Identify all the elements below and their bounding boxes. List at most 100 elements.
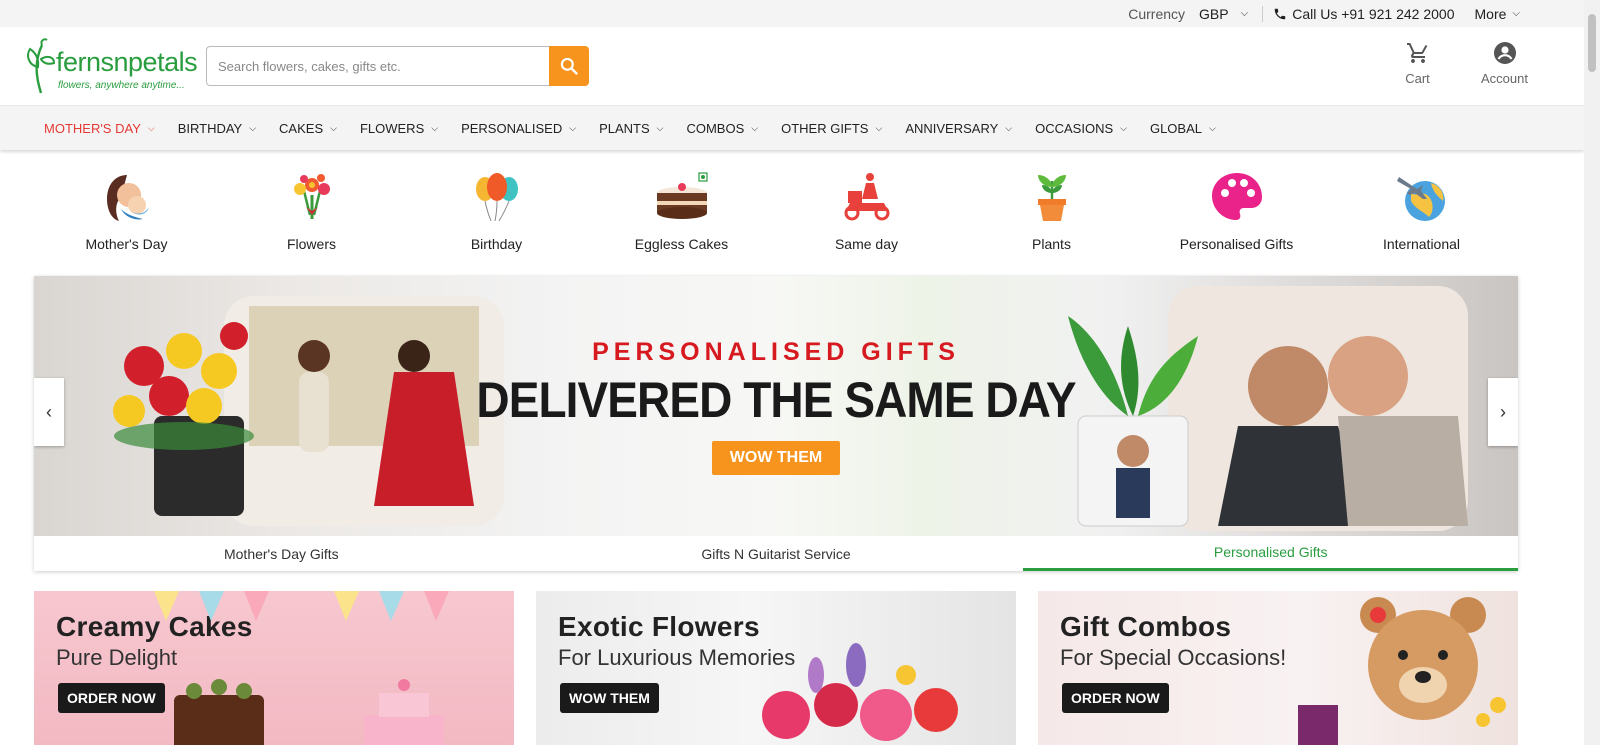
- category-label: Mother's Day: [85, 236, 168, 252]
- nav-item-label: GLOBAL: [1149, 120, 1202, 136]
- tile-order-button[interactable]: WOW THEM: [560, 683, 659, 713]
- search-input[interactable]: [206, 46, 549, 86]
- carousel-tab-mothers-day[interactable]: Mother's Day Gifts: [34, 536, 529, 571]
- nav-item-combos[interactable]: COMBOS ⌵: [686, 121, 758, 136]
- carousel-tabs: Mother's Day Gifts Gifts N Guitarist Ser…: [34, 536, 1519, 571]
- banner-subtitle: PERSONALISED GIFTS: [592, 338, 960, 366]
- chevron-down-icon: ⌵: [1512, 8, 1520, 19]
- balloons-icon: [468, 168, 526, 226]
- nav-item-flowers[interactable]: FLOWERS ⌵: [360, 121, 438, 136]
- nav-item-personalised[interactable]: PERSONALISED ⌵: [461, 121, 576, 136]
- currency-selector[interactable]: GBP ⌵: [1199, 6, 1248, 22]
- nav-item-label: CAKES: [279, 120, 324, 136]
- promo-tiles: Creamy Cakes Pure Delight ORDER NOW Exot…: [34, 591, 1518, 745]
- more-menu[interactable]: More ⌵: [1475, 6, 1521, 22]
- category-personalised-gifts[interactable]: Personalised Gifts: [1144, 168, 1329, 276]
- logo-mark-icon: [27, 38, 56, 94]
- category-international[interactable]: International: [1329, 168, 1514, 276]
- chevron-down-icon: ⌵: [147, 122, 155, 133]
- category-label: Same day: [834, 236, 899, 252]
- category-plants[interactable]: Plants: [959, 168, 1144, 276]
- site-header: fernsnpetals flowers, anywhere anytime..…: [0, 27, 1584, 106]
- phone-icon: [1274, 8, 1286, 19]
- promo-tile-flowers[interactable]: Exotic Flowers For Luxurious Memories WO…: [536, 591, 1016, 745]
- chevron-down-icon: ⌵: [330, 122, 337, 133]
- cart-icon: [1406, 43, 1427, 63]
- chevron-right-icon: ›: [1500, 401, 1506, 422]
- chevron-down-icon: ⌵: [751, 122, 759, 133]
- page: Currency GBP ⌵ Call Us +91 921 242 2000 …: [0, 0, 1584, 745]
- chevron-down-icon: ⌵: [875, 122, 883, 133]
- logo-tagline: flowers, anywhere anytime...: [58, 80, 185, 91]
- banner-copy: PERSONALISED GIFTS DELIVERED THE SAME DA…: [34, 338, 1518, 475]
- chevron-down-icon: ⌵: [249, 122, 257, 133]
- header-actions: Cart Account: [1394, 41, 1528, 86]
- account-button[interactable]: Account: [1481, 41, 1528, 86]
- page-scrollbar[interactable]: [1584, 0, 1600, 745]
- carousel-next-button[interactable]: ›: [1488, 378, 1518, 446]
- chevron-down-icon: ⌵: [656, 122, 664, 133]
- category-label: Eggless Cakes: [634, 236, 729, 252]
- carousel-prev-button[interactable]: ‹: [34, 378, 64, 446]
- category-same-day[interactable]: Same day: [774, 168, 959, 276]
- category-eggless-cakes[interactable]: Eggless Cakes: [589, 168, 774, 276]
- tile-order-button[interactable]: ORDER NOW: [58, 683, 165, 713]
- search-bar: [206, 46, 589, 86]
- nav-item-mothers-day[interactable]: MOTHER'S DAY ⌵: [44, 121, 155, 136]
- call-us-link[interactable]: Call Us +91 921 242 2000: [1273, 5, 1455, 22]
- category-mothers-day[interactable]: Mother's Day: [34, 168, 219, 276]
- nav-item-label: MOTHER'S DAY: [44, 120, 141, 136]
- banner-cta-button[interactable]: WOW THEM: [711, 441, 841, 475]
- carousel-tab-personalised[interactable]: Personalised Gifts: [1023, 536, 1519, 571]
- tile-order-button[interactable]: ORDER NOW: [1062, 683, 1169, 713]
- bunting-decoration: [154, 591, 449, 621]
- nav-item-label: OCCASIONS: [1035, 120, 1114, 136]
- nav-item-label: PLANTS: [599, 120, 650, 136]
- category-label: Personalised Gifts: [1179, 236, 1294, 252]
- chevron-down-icon: ⌵: [1120, 122, 1127, 133]
- carousel-tab-guitarist[interactable]: Gifts N Guitarist Service: [529, 536, 1024, 571]
- nav-item-label: COMBOS: [686, 120, 745, 136]
- mother-child-icon: [98, 168, 156, 226]
- scrollbar-thumb[interactable]: [1588, 14, 1596, 72]
- category-label: International: [1382, 236, 1461, 252]
- potted-plant-icon: [1023, 168, 1081, 226]
- banner-title: DELIVERED THE SAME DAY: [476, 372, 1076, 428]
- chevron-down-icon: ⌵: [1208, 122, 1216, 133]
- divider: [1262, 5, 1264, 22]
- account-label: Account: [1481, 71, 1528, 86]
- chevron-left-icon: ‹: [46, 401, 52, 422]
- cart-label: Cart: [1405, 71, 1430, 86]
- promo-tile-cakes[interactable]: Creamy Cakes Pure Delight ORDER NOW: [34, 591, 514, 745]
- nav-item-plants[interactable]: PLANTS ⌵: [599, 121, 663, 136]
- account-icon: [1493, 42, 1516, 64]
- category-label: Flowers: [286, 236, 336, 252]
- search-icon: [560, 57, 578, 75]
- nav-item-occasions[interactable]: OCCASIONS ⌵: [1035, 121, 1127, 136]
- cart-button[interactable]: Cart: [1394, 41, 1441, 86]
- chevron-down-icon: ⌵: [1005, 122, 1013, 133]
- cake-icon: [653, 168, 711, 226]
- nav-item-anniversary[interactable]: ANNIVERSARY ⌵: [905, 121, 1012, 136]
- category-flowers[interactable]: Flowers: [219, 168, 404, 276]
- delivery-scooter-icon: [838, 168, 896, 226]
- promo-tile-combos[interactable]: Gift Combos For Special Occasions! ORDER…: [1038, 591, 1518, 745]
- search-button[interactable]: [549, 46, 589, 86]
- utility-bar: Currency GBP ⌵ Call Us +91 921 242 2000 …: [0, 0, 1584, 27]
- nav-item-global[interactable]: GLOBAL ⌵: [1150, 121, 1216, 136]
- palette-icon: [1208, 168, 1266, 226]
- flower-image: [762, 643, 958, 741]
- cake-image: [174, 679, 444, 745]
- chevron-down-icon: ⌵: [569, 122, 577, 133]
- nav-item-other-gifts[interactable]: OTHER GIFTS ⌵: [781, 121, 882, 136]
- nav-item-label: ANNIVERSARY: [905, 120, 999, 136]
- call-us-text: Call Us +91 921 242 2000: [1292, 5, 1455, 22]
- category-birthday[interactable]: Birthday: [404, 168, 589, 276]
- category-strip: Mother's Day Flowers Birthday Eggless Ca…: [0, 150, 1584, 276]
- carousel-slide[interactable]: PERSONALISED GIFTS DELIVERED THE SAME DA…: [34, 276, 1518, 536]
- nav-item-birthday[interactable]: BIRTHDAY ⌵: [178, 121, 256, 136]
- site-logo[interactable]: fernsnpetals flowers, anywhere anytime..…: [24, 37, 198, 95]
- bouquet-icon: [283, 168, 341, 226]
- nav-item-cakes[interactable]: CAKES ⌵: [279, 121, 337, 136]
- hero-carousel: PERSONALISED GIFTS DELIVERED THE SAME DA…: [34, 276, 1519, 571]
